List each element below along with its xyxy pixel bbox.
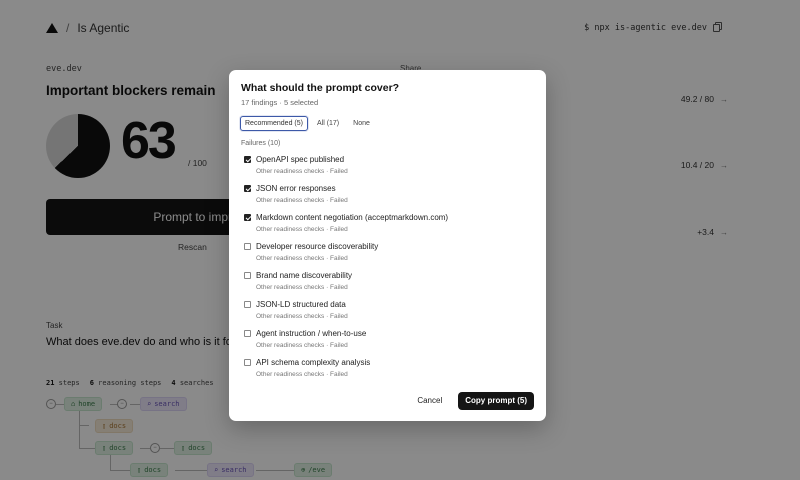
finding-title: OpenAPI spec published [256,155,345,164]
finding-checkbox[interactable] [244,301,251,308]
prompt-scope-dialog: What should the prompt cover? 17 finding… [229,70,546,421]
finding-status: Other readiness checks · Failed [256,255,348,262]
filter-all[interactable]: All (17) [311,116,345,131]
findings-list: OpenAPI spec published Other readiness c… [243,154,533,386]
cancel-button[interactable]: Cancel [413,391,446,410]
selection-filter: Recommended (5) All (17) None [240,116,375,131]
filter-recommended[interactable]: Recommended (5) [240,116,308,131]
finding-item[interactable]: OpenAPI spec published Other readiness c… [243,154,533,183]
finding-title: API schema complexity analysis [256,358,371,367]
finding-status: Other readiness checks · Failed [256,168,348,175]
filter-none[interactable]: None [348,116,375,131]
finding-checkbox[interactable] [244,359,251,366]
dialog-subtitle: 17 findings · 5 selected [241,98,319,107]
finding-title: Agent instruction / when-to-use [256,329,367,338]
copy-prompt-button[interactable]: Copy prompt (5) [458,391,534,410]
finding-status: Other readiness checks · Failed [256,226,348,233]
finding-item[interactable]: Developer resource discoverability Other… [243,241,533,270]
finding-item[interactable]: Markdown content negotiation (acceptmark… [243,212,533,241]
finding-title: JSON error responses [256,184,336,193]
finding-checkbox[interactable] [244,156,251,163]
finding-item[interactable]: JSON error responses Other readiness che… [243,183,533,212]
finding-item[interactable]: API schema complexity analysis Other rea… [243,357,533,386]
finding-title: Brand name discoverability [256,271,353,280]
finding-status: Other readiness checks · Failed [256,284,348,291]
finding-checkbox[interactable] [244,214,251,221]
finding-status: Other readiness checks · Failed [256,313,348,320]
finding-title: JSON-LD structured data [256,300,346,309]
dialog-title: What should the prompt cover? [241,82,400,94]
finding-status: Other readiness checks · Failed [256,197,348,204]
finding-checkbox[interactable] [244,185,251,192]
finding-item[interactable]: JSON-LD structured data Other readiness … [243,299,533,328]
finding-item[interactable]: Brand name discoverability Other readine… [243,270,533,299]
finding-title: Markdown content negotiation (acceptmark… [256,213,449,222]
finding-status: Other readiness checks · Failed [256,371,348,378]
dialog-actions: Cancel Copy prompt (5) [413,391,534,410]
finding-checkbox[interactable] [244,272,251,279]
failures-section-label: Failures (10) [241,140,281,147]
finding-title: Developer resource discoverability [256,242,379,251]
finding-checkbox[interactable] [244,330,251,337]
finding-item[interactable]: Agent instruction / when-to-use Other re… [243,328,533,357]
finding-status: Other readiness checks · Failed [256,342,348,349]
finding-checkbox[interactable] [244,243,251,250]
